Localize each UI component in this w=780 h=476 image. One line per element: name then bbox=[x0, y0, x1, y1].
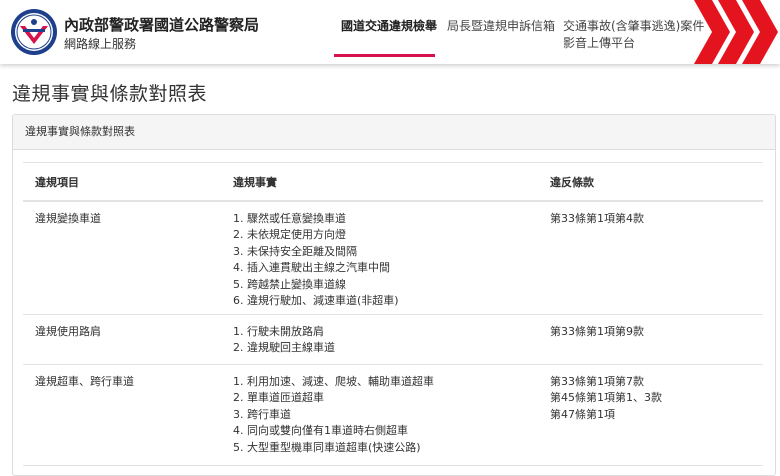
row-clauses: 第33條第1項第7款 第45條第1項第1、3款 第47條第1項 bbox=[550, 374, 662, 423]
active-nav-indicator bbox=[334, 54, 435, 57]
police-emblem-icon[interactable] bbox=[10, 8, 58, 56]
site-header: 內政部警政署國道公路警察局 網路線上服務 國道交通違規檢舉 局長暨違規申訴信箱 … bbox=[0, 0, 780, 64]
row-facts: 1. 驟然或任意變換車道 2. 未依規定使用方向燈 3. 未保持安全距離及間隔 … bbox=[233, 211, 399, 309]
header-violated-clause: 違反條款 bbox=[550, 176, 594, 189]
header-violation-fact: 違規事實 bbox=[233, 176, 277, 189]
fact-line: 4. 同向或雙向僅有1車道時右側超車 bbox=[233, 424, 408, 438]
nav-accident-upload-label-line2: 影音上傳平台 bbox=[563, 36, 636, 50]
decorative-chevrons-icon bbox=[694, 0, 778, 64]
violation-table-panel: 違規事實與條款對照表 違規項目 違規事實 違反條款 違規變換車道 1. 驟然或任… bbox=[12, 114, 776, 476]
fact-line: 5. 跨越禁止變換車道線 bbox=[233, 277, 346, 291]
clause-line: 第47條第1項 bbox=[550, 407, 615, 421]
fact-line: 3. 未保持安全距離及間隔 bbox=[233, 244, 357, 258]
fact-line: 2. 單車道匝道超車 bbox=[233, 391, 324, 405]
clause-line: 第33條第1項第4款 bbox=[550, 212, 644, 225]
panel-heading: 違規事實與條款對照表 bbox=[13, 115, 775, 150]
page-title: 違規事實與條款對照表 bbox=[12, 83, 208, 105]
nav-accident-upload[interactable]: 交通事故(含肇事逃逸)案件 影音上傳平台 bbox=[563, 18, 704, 52]
table-header-row: 違規項目 違規事實 違反條款 bbox=[23, 162, 763, 202]
row-item: 違規使用路肩 bbox=[35, 325, 101, 338]
violation-table: 違規項目 違規事實 違反條款 違規變換車道 1. 驟然或任意變換車道 2. 未依… bbox=[23, 162, 763, 466]
row-facts: 1. 行駛未開放路肩 2. 違規駛回主線車道 bbox=[233, 324, 335, 357]
row-facts: 1. 利用加速、減速、爬坡、輔助車道超車 2. 單車道匝道超車 3. 跨行車道 … bbox=[233, 374, 434, 456]
row-item: 違規變換車道 bbox=[35, 212, 101, 225]
org-name[interactable]: 內政部警政署國道公路警察局 bbox=[64, 14, 259, 35]
clause-line: 第45條第1項第1、3款 bbox=[550, 391, 662, 405]
fact-line: 3. 跨行車道 bbox=[233, 407, 291, 421]
row-clauses: 第33條第1項第9款 bbox=[550, 324, 644, 340]
nav-director-mailbox-label: 局長暨違規申訴信箱 bbox=[447, 19, 556, 33]
fact-line: 4. 插入連貫駛出主線之汽車中間 bbox=[233, 261, 390, 275]
table-row: 違規使用路肩 1. 行駛未開放路肩 2. 違規駛回主線車道 第33條第1項第9款 bbox=[23, 315, 763, 365]
fact-line: 2. 未依規定使用方向燈 bbox=[233, 228, 346, 242]
org-subtitle: 網路線上服務 bbox=[64, 37, 137, 51]
row-clauses: 第33條第1項第4款 bbox=[550, 211, 644, 227]
fact-line: 6. 違規行駛加、減速車道(非超車) bbox=[233, 294, 399, 308]
clause-line: 第33條第1項第7款 bbox=[550, 375, 644, 388]
table-row: 違規超車、跨行車道 1. 利用加速、減速、爬坡、輔助車道超車 2. 單車道匝道超… bbox=[23, 365, 763, 466]
fact-line: 2. 違規駛回主線車道 bbox=[233, 341, 335, 355]
fact-line: 5. 大型重型機車同車道超車(快速公路) bbox=[233, 440, 421, 454]
fact-line: 1. 利用加速、減速、爬坡、輔助車道超車 bbox=[233, 375, 434, 388]
nav-accident-upload-label-line1: 交通事故(含肇事逃逸)案件 bbox=[563, 19, 705, 33]
row-item: 違規超車、跨行車道 bbox=[35, 375, 134, 388]
clause-line: 第33條第1項第9款 bbox=[550, 325, 644, 338]
fact-line: 1. 行駛未開放路肩 bbox=[233, 325, 324, 338]
nav-traffic-report-label: 國道交通違規檢舉 bbox=[341, 19, 438, 33]
header-violation-item: 違規項目 bbox=[35, 176, 79, 189]
nav-traffic-report[interactable]: 國道交通違規檢舉 bbox=[341, 18, 437, 35]
fact-line: 1. 驟然或任意變換車道 bbox=[233, 212, 346, 225]
nav-director-mailbox[interactable]: 局長暨違規申訴信箱 bbox=[447, 18, 555, 35]
table-row: 違規變換車道 1. 驟然或任意變換車道 2. 未依規定使用方向燈 3. 未保持安… bbox=[23, 202, 763, 315]
